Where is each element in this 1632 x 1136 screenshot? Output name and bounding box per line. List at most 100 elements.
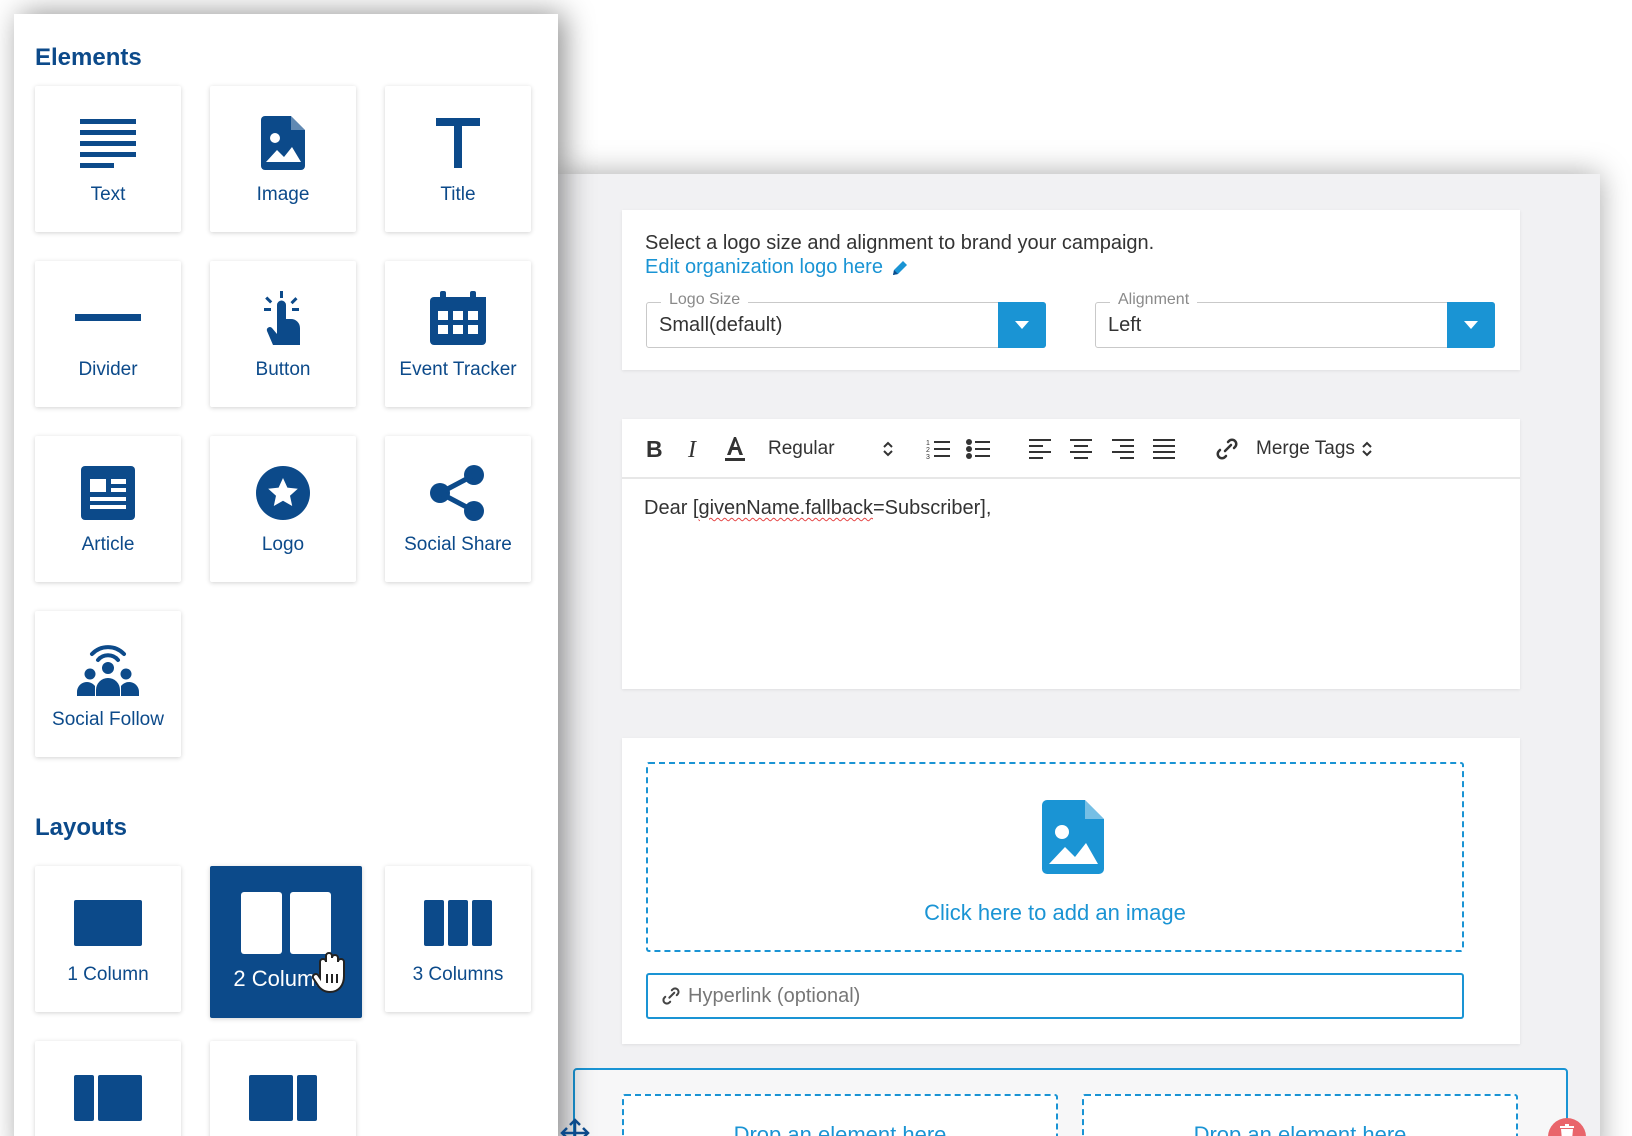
- logo-size-value: Small(default): [659, 314, 783, 336]
- element-tile-image[interactable]: Image: [210, 86, 356, 232]
- svg-text:1: 1: [926, 440, 930, 447]
- element-tile-text[interactable]: Text: [35, 86, 181, 232]
- align-right-button[interactable]: [1110, 433, 1136, 465]
- elements-panel: Elements Text Image Title Divider Button…: [14, 14, 558, 1136]
- link-icon: [662, 987, 680, 1005]
- caret-down-icon: [1015, 321, 1029, 329]
- alignment-select[interactable]: Alignment Left: [1095, 291, 1495, 348]
- element-label: Image: [256, 184, 310, 205]
- two-columns-row[interactable]: Drop an element here Drop an element her…: [573, 1068, 1568, 1136]
- element-label: Text: [90, 184, 126, 205]
- layouts-heading: Layouts: [35, 814, 128, 841]
- layout-tile-2-columns[interactable]: 2 Columns: [210, 866, 362, 1018]
- element-tile-social-follow[interactable]: Social Follow: [35, 611, 181, 757]
- element-tile-event-tracker[interactable]: Event Tracker: [385, 261, 531, 407]
- bold-icon: B: [646, 438, 663, 460]
- sidebar-left-layout-icon: [35, 1067, 181, 1129]
- sidebar-right-layout-icon: [210, 1067, 356, 1129]
- bullet-list-icon: [966, 439, 990, 459]
- element-tile-button[interactable]: Button: [210, 261, 356, 407]
- star-badge-icon: [210, 462, 356, 524]
- people-broadcast-icon: [35, 637, 181, 699]
- email-canvas: Select a logo size and alignment to bran…: [558, 174, 1600, 1136]
- alignment-dropdown-button[interactable]: [1447, 302, 1495, 348]
- logo-size-dropdown-button[interactable]: [998, 302, 1046, 348]
- column-dropzone-right[interactable]: Drop an element here: [1082, 1094, 1518, 1136]
- chevron-updown-icon: [1362, 441, 1372, 457]
- elements-heading: Elements: [35, 44, 142, 71]
- svg-text:I: I: [687, 438, 697, 460]
- svg-text:B: B: [646, 438, 663, 460]
- trash-icon: [1560, 1124, 1574, 1136]
- link-button[interactable]: [1214, 433, 1240, 465]
- editor-text-suffix: =Subscriber],: [873, 497, 992, 519]
- edit-logo-link-label: Edit organization logo here: [645, 256, 883, 278]
- image-dropzone[interactable]: Click here to add an image: [646, 762, 1464, 952]
- element-label: Social Follow: [52, 709, 164, 730]
- element-tile-social-share[interactable]: Social Share: [385, 436, 531, 582]
- alignment-legend: Alignment: [1110, 291, 1198, 309]
- align-right-icon: [1112, 439, 1134, 459]
- image-file-icon: [210, 112, 356, 174]
- font-color-icon: [725, 437, 745, 461]
- font-weight-select[interactable]: Regular: [768, 433, 888, 465]
- italic-icon: I: [687, 438, 697, 460]
- bullet-list-button[interactable]: [965, 433, 991, 465]
- layout-tile-sidebar-right[interactable]: [210, 1041, 356, 1136]
- hyperlink-placeholder: Hyperlink (optional): [688, 984, 861, 1007]
- element-label: Article: [81, 534, 135, 555]
- align-center-icon: [1070, 439, 1092, 459]
- element-tile-logo[interactable]: Logo: [210, 436, 356, 582]
- editor-text-prefix: Dear [: [644, 497, 699, 519]
- layout-tile-1-column[interactable]: 1 Column: [35, 866, 181, 1012]
- logo-description: Select a logo size and alignment to bran…: [645, 232, 1155, 254]
- layout-label: 1 Column: [67, 964, 149, 985]
- svg-text:3: 3: [926, 454, 930, 460]
- element-label: Title: [440, 184, 476, 205]
- element-label: Event Tracker: [399, 359, 517, 380]
- logo-size-select[interactable]: Logo Size Small(default): [646, 291, 1046, 348]
- align-center-button[interactable]: [1068, 433, 1094, 465]
- align-justify-icon: [1153, 439, 1175, 459]
- merge-tags-select[interactable]: Merge Tags: [1256, 433, 1396, 465]
- title-t-icon: [385, 112, 531, 174]
- font-weight-value: Regular: [768, 438, 835, 459]
- column-dropzone-left[interactable]: Drop an element here: [622, 1094, 1058, 1136]
- move-row-handle[interactable]: [560, 1118, 590, 1136]
- grab-cursor-icon: [311, 952, 345, 994]
- align-left-icon: [1029, 439, 1051, 459]
- layout-tile-3-columns[interactable]: 3 Columns: [385, 866, 531, 1012]
- element-label: Logo: [261, 534, 305, 555]
- tap-finger-icon: [210, 287, 356, 349]
- add-image-label: Click here to add an image: [924, 900, 1186, 925]
- calendar-icon: [385, 287, 531, 349]
- logo-settings-card: Select a logo size and alignment to bran…: [622, 210, 1520, 370]
- merge-tag-variable: givenName.fallback: [698, 497, 873, 519]
- move-arrows-icon: [560, 1118, 590, 1136]
- logo-size-legend: Logo Size: [661, 291, 749, 309]
- two-columns-icon: [210, 892, 362, 954]
- chevron-updown-icon: [883, 441, 893, 457]
- align-left-button[interactable]: [1027, 433, 1053, 465]
- element-label: Button: [255, 359, 311, 380]
- element-label: Divider: [78, 359, 138, 380]
- ordered-list-icon: 123: [926, 440, 950, 460]
- article-icon: [35, 462, 181, 524]
- ordered-list-button[interactable]: 123: [925, 433, 951, 465]
- edit-logo-link[interactable]: Edit organization logo here: [645, 256, 909, 279]
- editor-content[interactable]: Dear [givenName.fallback=Subscriber],: [644, 497, 991, 520]
- italic-button[interactable]: I: [682, 433, 708, 465]
- element-tile-article[interactable]: Article: [35, 436, 181, 582]
- caret-down-icon: [1464, 321, 1478, 329]
- layout-tile-sidebar-left[interactable]: [35, 1041, 181, 1136]
- hyperlink-input[interactable]: Hyperlink (optional): [646, 973, 1464, 1019]
- drop-label-left: Drop an element here: [733, 1122, 947, 1136]
- justify-button[interactable]: [1151, 433, 1177, 465]
- element-tile-divider[interactable]: Divider: [35, 261, 181, 407]
- alignment-value: Left: [1108, 314, 1142, 336]
- divider-icon: [35, 287, 181, 349]
- text-color-button[interactable]: [722, 433, 748, 465]
- element-tile-title[interactable]: Title: [385, 86, 531, 232]
- font-weight-stepper[interactable]: [878, 433, 898, 465]
- bold-button[interactable]: B: [642, 433, 668, 465]
